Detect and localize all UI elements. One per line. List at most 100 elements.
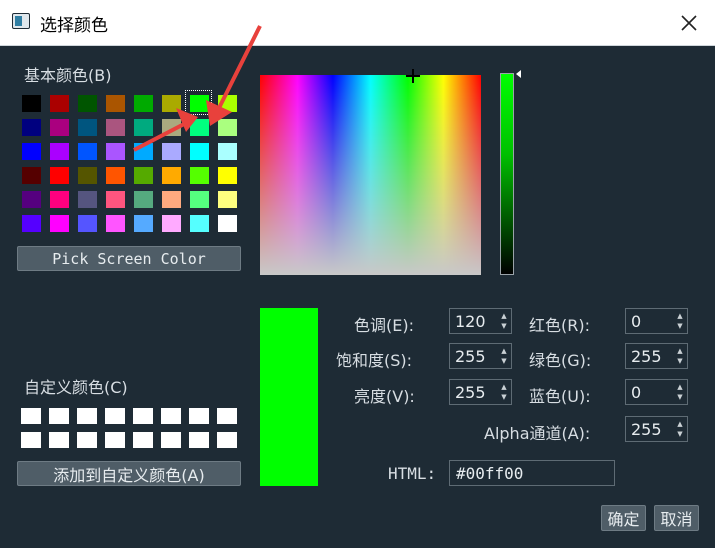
basic-color-swatch[interactable] <box>78 215 97 232</box>
custom-color-slot[interactable] <box>77 408 97 424</box>
basic-color-swatch[interactable] <box>190 191 209 208</box>
custom-color-slot[interactable] <box>21 408 41 424</box>
basic-color-swatch[interactable] <box>162 167 181 184</box>
cancel-button[interactable]: 取消 <box>654 505 699 531</box>
basic-color-swatch[interactable] <box>106 215 125 232</box>
luminance-slider[interactable] <box>500 73 514 275</box>
custom-color-slot[interactable] <box>133 408 153 424</box>
custom-color-slot[interactable] <box>217 432 237 448</box>
basic-color-swatch[interactable] <box>106 95 125 112</box>
spin-up-icon[interactable]: ▲ <box>675 419 685 429</box>
custom-color-slot[interactable] <box>77 432 97 448</box>
basic-color-swatch[interactable] <box>218 119 237 136</box>
basic-color-swatch[interactable] <box>218 191 237 208</box>
basic-color-swatch[interactable] <box>106 119 125 136</box>
custom-color-slot[interactable] <box>105 432 125 448</box>
basic-color-swatch[interactable] <box>218 215 237 232</box>
spin-down-icon[interactable]: ▼ <box>499 356 509 366</box>
basic-color-swatch[interactable] <box>78 191 97 208</box>
basic-color-swatch[interactable] <box>162 215 181 232</box>
basic-color-swatch[interactable] <box>134 143 153 160</box>
picker-crosshair[interactable] <box>406 69 420 83</box>
custom-color-slot[interactable] <box>133 432 153 448</box>
close-button[interactable] <box>668 8 710 38</box>
basic-color-swatch[interactable] <box>50 191 69 208</box>
spin-down-icon[interactable]: ▼ <box>675 356 685 366</box>
basic-color-swatch[interactable] <box>162 191 181 208</box>
basic-colors-label: 基本颜色(B) <box>24 66 112 85</box>
custom-color-slot[interactable] <box>105 408 125 424</box>
basic-color-swatch[interactable] <box>50 119 69 136</box>
basic-color-swatch[interactable] <box>22 95 41 112</box>
basic-color-swatch[interactable] <box>50 143 69 160</box>
hue-saturation-picker[interactable] <box>260 75 481 275</box>
blue-spinbox[interactable]: 0 ▲ ▼ <box>625 379 688 405</box>
html-label: HTML: <box>388 464 437 483</box>
spin-down-icon[interactable]: ▼ <box>499 392 509 402</box>
basic-color-swatch[interactable] <box>162 119 181 136</box>
spin-up-icon[interactable]: ▲ <box>675 311 685 321</box>
custom-color-slot[interactable] <box>21 432 41 448</box>
basic-color-swatch[interactable] <box>190 215 209 232</box>
basic-color-swatch[interactable] <box>134 119 153 136</box>
spin-down-icon[interactable]: ▼ <box>675 392 685 402</box>
basic-color-swatch[interactable] <box>50 95 69 112</box>
spin-up-icon[interactable]: ▲ <box>675 346 685 356</box>
custom-color-slot[interactable] <box>49 408 69 424</box>
ok-button[interactable]: 确定 <box>601 505 646 531</box>
basic-color-swatch[interactable] <box>134 191 153 208</box>
basic-color-swatch[interactable] <box>22 143 41 160</box>
basic-color-swatch[interactable] <box>134 215 153 232</box>
basic-color-swatch[interactable] <box>190 119 209 136</box>
spin-up-icon[interactable]: ▲ <box>499 311 509 321</box>
saturation-spinbox[interactable]: 255 ▲ ▼ <box>449 343 512 369</box>
custom-color-slot[interactable] <box>161 408 181 424</box>
basic-color-swatch[interactable] <box>218 95 237 112</box>
custom-color-slot[interactable] <box>161 432 181 448</box>
app-window-icon <box>12 13 30 29</box>
basic-color-swatch[interactable] <box>218 143 237 160</box>
basic-color-swatch[interactable] <box>190 167 209 184</box>
pick-screen-color-button[interactable]: Pick Screen Color <box>17 246 241 271</box>
basic-color-swatch[interactable] <box>106 191 125 208</box>
basic-color-swatch[interactable] <box>190 143 209 160</box>
spin-down-icon[interactable]: ▼ <box>675 429 685 439</box>
basic-color-swatch[interactable] <box>50 167 69 184</box>
red-spinbox[interactable]: 0 ▲ ▼ <box>625 308 688 334</box>
luminance-slider-handle[interactable] <box>516 70 521 78</box>
custom-color-slot[interactable] <box>217 408 237 424</box>
basic-color-swatch[interactable] <box>22 119 41 136</box>
basic-color-swatch[interactable] <box>22 191 41 208</box>
current-color-preview <box>260 308 318 486</box>
hue-spinbox[interactable]: 120 ▲ ▼ <box>449 308 512 334</box>
spin-down-icon[interactable]: ▼ <box>499 321 509 331</box>
add-custom-color-button[interactable]: 添加到自定义颜色(A) <box>17 461 241 486</box>
basic-color-swatch[interactable] <box>50 215 69 232</box>
basic-color-swatch[interactable] <box>78 143 97 160</box>
basic-color-swatch[interactable] <box>218 167 237 184</box>
basic-color-swatch[interactable] <box>22 167 41 184</box>
custom-color-slot[interactable] <box>189 408 209 424</box>
custom-color-slot[interactable] <box>189 432 209 448</box>
basic-color-swatch[interactable] <box>162 95 181 112</box>
spin-up-icon[interactable]: ▲ <box>499 346 509 356</box>
basic-color-swatch[interactable] <box>106 143 125 160</box>
red-label: 红色(R): <box>529 316 590 335</box>
basic-color-swatch[interactable] <box>134 95 153 112</box>
spin-down-icon[interactable]: ▼ <box>675 321 685 331</box>
basic-color-swatch[interactable] <box>22 215 41 232</box>
html-input[interactable]: #00ff00 <box>449 460 615 486</box>
value-spinbox[interactable]: 255 ▲ ▼ <box>449 379 512 405</box>
alpha-spinbox[interactable]: 255 ▲ ▼ <box>625 416 688 442</box>
spin-up-icon[interactable]: ▲ <box>499 382 509 392</box>
alpha-label: Alpha通道(A): <box>484 424 591 443</box>
basic-color-swatch[interactable] <box>78 167 97 184</box>
basic-color-swatch[interactable] <box>106 167 125 184</box>
basic-color-swatch[interactable] <box>134 167 153 184</box>
basic-color-swatch[interactable] <box>78 119 97 136</box>
basic-color-swatch[interactable] <box>78 95 97 112</box>
green-spinbox[interactable]: 255 ▲ ▼ <box>625 343 688 369</box>
spin-up-icon[interactable]: ▲ <box>675 382 685 392</box>
basic-color-swatch[interactable] <box>162 143 181 160</box>
custom-color-slot[interactable] <box>49 432 69 448</box>
